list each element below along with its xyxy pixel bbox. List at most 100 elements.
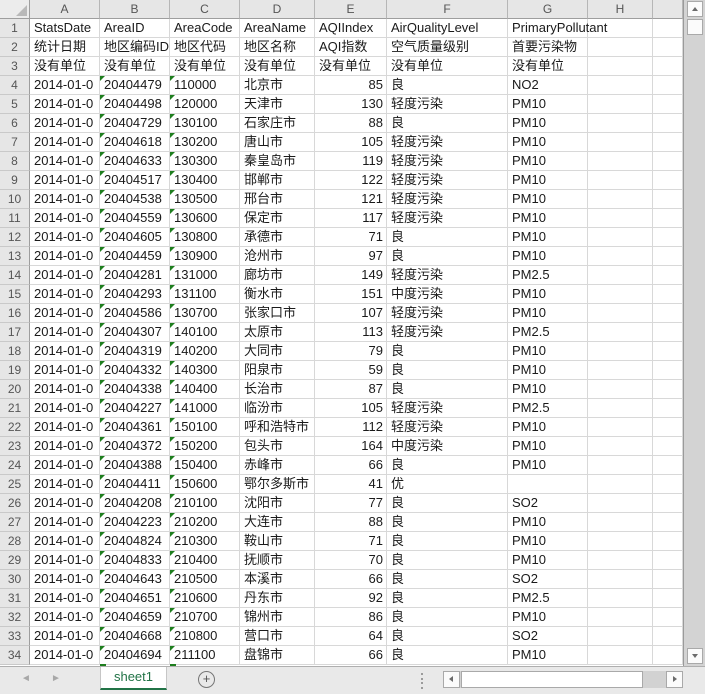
cell-F25[interactable]: 优: [387, 475, 508, 494]
cell-E25[interactable]: 41: [315, 475, 387, 494]
cell-E29[interactable]: 70: [315, 551, 387, 570]
cell-B25[interactable]: 20404411: [100, 475, 170, 494]
cell-A34[interactable]: 2014-01-0: [30, 646, 100, 665]
cell-G19[interactable]: PM10: [508, 361, 588, 380]
cell-A8[interactable]: 2014-01-0: [30, 152, 100, 171]
cell-B23[interactable]: 20404372: [100, 437, 170, 456]
cell-C1[interactable]: AreaCode: [170, 19, 240, 38]
cell-D2[interactable]: 地区名称: [240, 38, 315, 57]
row-header-8[interactable]: 8: [0, 152, 30, 171]
cell-E31[interactable]: 92: [315, 589, 387, 608]
cell-C26[interactable]: 210100: [170, 494, 240, 513]
row-header-32[interactable]: 32: [0, 608, 30, 627]
cell-D7[interactable]: 唐山市: [240, 133, 315, 152]
cell-E26[interactable]: 77: [315, 494, 387, 513]
cell-H26[interactable]: [588, 494, 653, 513]
cell-B7[interactable]: 20404618: [100, 133, 170, 152]
cell-F28[interactable]: 良: [387, 532, 508, 551]
cell-F27[interactable]: 良: [387, 513, 508, 532]
cell-D14[interactable]: 廊坊市: [240, 266, 315, 285]
cell-H33[interactable]: [588, 627, 653, 646]
column-header-C[interactable]: C: [170, 0, 240, 19]
cell-H5[interactable]: [588, 95, 653, 114]
column-header-G[interactable]: G: [508, 0, 588, 19]
cell-E7[interactable]: 105: [315, 133, 387, 152]
cell-F13[interactable]: 良: [387, 247, 508, 266]
cell-B33[interactable]: 20404668: [100, 627, 170, 646]
cell-partial17[interactable]: [653, 323, 683, 342]
cell-B32[interactable]: 20404659: [100, 608, 170, 627]
cell-E12[interactable]: 71: [315, 228, 387, 247]
cell-partial19[interactable]: [653, 361, 683, 380]
cell-F15[interactable]: 中度污染: [387, 285, 508, 304]
cell-H3[interactable]: [588, 57, 653, 76]
cell-A13[interactable]: 2014-01-0: [30, 247, 100, 266]
row-header-2[interactable]: 2: [0, 38, 30, 57]
cell-C20[interactable]: 140400: [170, 380, 240, 399]
cell-D8[interactable]: 秦皇岛市: [240, 152, 315, 171]
cell-E34[interactable]: 66: [315, 646, 387, 665]
row-header-3[interactable]: 3: [0, 57, 30, 76]
cell-G22[interactable]: PM10: [508, 418, 588, 437]
cell-partial30[interactable]: [653, 570, 683, 589]
cell-F23[interactable]: 中度污染: [387, 437, 508, 456]
cell-H12[interactable]: [588, 228, 653, 247]
cell-C22[interactable]: 150100: [170, 418, 240, 437]
cell-F29[interactable]: 良: [387, 551, 508, 570]
cell-G16[interactable]: PM10: [508, 304, 588, 323]
cell-B29[interactable]: 20404833: [100, 551, 170, 570]
cell-D17[interactable]: 太原市: [240, 323, 315, 342]
cell-B13[interactable]: 20404459: [100, 247, 170, 266]
cell-G2[interactable]: 首要污染物: [508, 38, 588, 57]
cell-A26[interactable]: 2014-01-0: [30, 494, 100, 513]
cell-F16[interactable]: 轻度污染: [387, 304, 508, 323]
cell-D32[interactable]: 锦州市: [240, 608, 315, 627]
cell-H15[interactable]: [588, 285, 653, 304]
cell-E23[interactable]: 164: [315, 437, 387, 456]
cell-E9[interactable]: 122: [315, 171, 387, 190]
cell-C7[interactable]: 130200: [170, 133, 240, 152]
cell-A22[interactable]: 2014-01-0: [30, 418, 100, 437]
cell-C6[interactable]: 130100: [170, 114, 240, 133]
cell-D20[interactable]: 长治市: [240, 380, 315, 399]
cell-E11[interactable]: 117: [315, 209, 387, 228]
row-header-14[interactable]: 14: [0, 266, 30, 285]
cell-B30[interactable]: 20404643: [100, 570, 170, 589]
cell-H11[interactable]: [588, 209, 653, 228]
cell-F33[interactable]: 良: [387, 627, 508, 646]
row-header-12[interactable]: 12: [0, 228, 30, 247]
cell-G10[interactable]: PM10: [508, 190, 588, 209]
cell-E30[interactable]: 66: [315, 570, 387, 589]
cell-H31[interactable]: [588, 589, 653, 608]
row-header-19[interactable]: 19: [0, 361, 30, 380]
cell-F21[interactable]: 轻度污染: [387, 399, 508, 418]
vertical-scrollbar-thumb[interactable]: [687, 19, 703, 35]
cell-B22[interactable]: 20404361: [100, 418, 170, 437]
cell-D6[interactable]: 石家庄市: [240, 114, 315, 133]
horizontal-scrollbar-thumb[interactable]: [461, 671, 643, 688]
cell-H19[interactable]: [588, 361, 653, 380]
row-header-16[interactable]: 16: [0, 304, 30, 323]
cell-F34[interactable]: 良: [387, 646, 508, 665]
cell-C18[interactable]: 140200: [170, 342, 240, 361]
cell-A1[interactable]: StatsDate: [30, 19, 100, 38]
cell-D21[interactable]: 临汾市: [240, 399, 315, 418]
cell-H24[interactable]: [588, 456, 653, 475]
cell-B17[interactable]: 20404307: [100, 323, 170, 342]
cell-partial22[interactable]: [653, 418, 683, 437]
row-header-18[interactable]: 18: [0, 342, 30, 361]
cell-F4[interactable]: 良: [387, 76, 508, 95]
cell-G7[interactable]: PM10: [508, 133, 588, 152]
cell-G29[interactable]: PM10: [508, 551, 588, 570]
cell-G14[interactable]: PM2.5: [508, 266, 588, 285]
row-header-23[interactable]: 23: [0, 437, 30, 456]
cell-partial28[interactable]: [653, 532, 683, 551]
cell-E18[interactable]: 79: [315, 342, 387, 361]
cell-D31[interactable]: 丹东市: [240, 589, 315, 608]
row-header-7[interactable]: 7: [0, 133, 30, 152]
cell-G1[interactable]: PrimaryPollutant: [508, 19, 607, 38]
cell-E4[interactable]: 85: [315, 76, 387, 95]
cell-B1[interactable]: AreaID: [100, 19, 170, 38]
cell-H21[interactable]: [588, 399, 653, 418]
cell-partial32[interactable]: [653, 608, 683, 627]
